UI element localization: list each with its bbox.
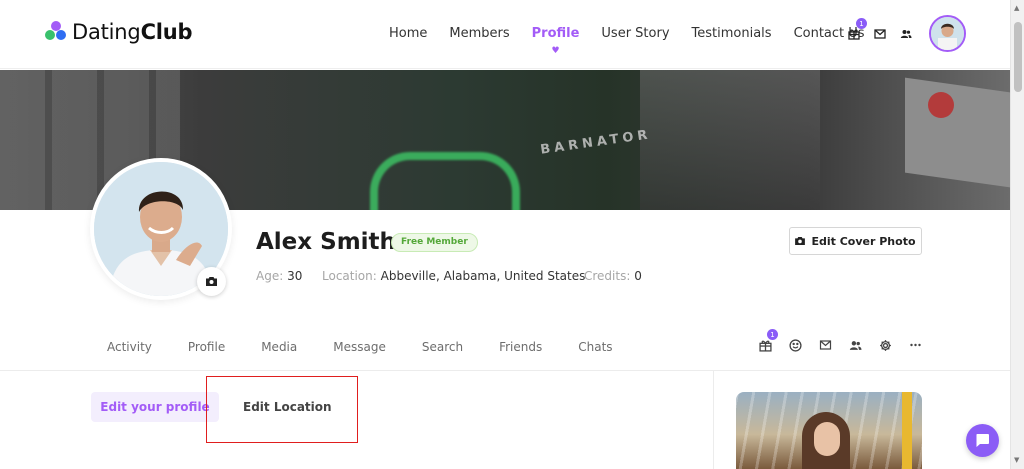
sidebar-divider — [713, 371, 714, 469]
profile-age: Age: 30 — [256, 269, 302, 283]
membership-badge: Free Member — [391, 233, 478, 252]
main-nav: Home Members Profile ♥ User Story Testim… — [389, 26, 887, 56]
scroll-down-icon[interactable]: ▼ — [1014, 456, 1019, 464]
brand-name-light: Dating — [72, 20, 141, 44]
nav-home[interactable]: Home — [389, 26, 427, 41]
profile-location: Location: Abbeville, Alabama, United Sta… — [322, 269, 585, 283]
tab-activity[interactable]: Activity — [107, 340, 152, 354]
friends-icon[interactable] — [847, 337, 863, 353]
more-icon[interactable] — [907, 337, 923, 353]
credits-label: Credits: — [584, 269, 631, 283]
location-value: Abbeville, Alabama, United States — [380, 269, 586, 283]
gift-badge: 1 — [767, 329, 778, 340]
nav-profile[interactable]: Profile ♥ — [531, 26, 580, 56]
profile-tabs: Activity Profile Media Message Search Fr… — [107, 340, 649, 354]
header-icons: 1 — [846, 18, 924, 42]
cover-sign-text: BARNATOR — [539, 127, 653, 158]
gift-badge: 1 — [856, 18, 867, 29]
smile-icon[interactable] — [787, 337, 803, 353]
brand-name: DatingClub — [72, 20, 193, 44]
nav-user-story[interactable]: User Story — [601, 26, 669, 41]
profile-credits: Credits: 0 — [584, 269, 642, 283]
chat-bubble-icon — [976, 434, 989, 447]
tab-media[interactable]: Media — [261, 340, 297, 354]
tab-friends[interactable]: Friends — [499, 340, 542, 354]
friends-icon[interactable] — [898, 26, 914, 42]
profile-tab-icons: 1 — [757, 329, 937, 353]
brand-name-bold: Club — [140, 20, 193, 44]
camera-icon — [206, 277, 217, 286]
user-avatar[interactable] — [929, 15, 966, 52]
tab-profile[interactable]: Profile — [188, 340, 225, 354]
age-value: 30 — [287, 269, 303, 283]
edit-cover-label: Edit Cover Photo — [811, 234, 916, 248]
tabs-divider — [0, 370, 1010, 371]
heart-icon: ♥ — [551, 46, 560, 56]
scrollbar-thumb[interactable] — [1014, 22, 1022, 92]
highlight-box — [206, 376, 358, 443]
location-label: Location: — [322, 269, 377, 283]
gift-icon[interactable]: 1 — [846, 18, 867, 42]
mail-icon[interactable] — [817, 337, 833, 353]
tab-message[interactable]: Message — [333, 340, 386, 354]
profile-name: Alex Smith — [256, 229, 396, 255]
credits-value: 0 — [634, 269, 642, 283]
nav-profile-label: Profile — [531, 26, 580, 41]
settings-icon[interactable] — [877, 337, 893, 353]
nav-testimonials[interactable]: Testimonials — [692, 26, 772, 41]
brand-logo[interactable]: DatingClub — [45, 20, 193, 44]
member-photo-card[interactable] — [736, 392, 922, 469]
page-scrollbar[interactable]: ▲ ▼ — [1010, 0, 1024, 469]
edit-profile-button[interactable]: Edit your profile — [91, 392, 219, 422]
mail-icon[interactable] — [872, 26, 888, 42]
chat-button[interactable] — [966, 424, 999, 457]
scroll-up-icon[interactable]: ▲ — [1014, 4, 1019, 12]
nav-members[interactable]: Members — [449, 26, 509, 41]
gift-icon[interactable]: 1 — [757, 329, 778, 353]
tab-search[interactable]: Search — [422, 340, 463, 354]
age-label: Age: — [256, 269, 284, 283]
change-avatar-button[interactable] — [197, 267, 226, 296]
logo-mark-icon — [45, 21, 67, 43]
site-header: DatingClub Home Members Profile ♥ User S… — [0, 0, 1010, 69]
edit-cover-photo-button[interactable]: Edit Cover Photo — [789, 227, 922, 255]
camera-icon — [795, 237, 806, 245]
tab-chats[interactable]: Chats — [578, 340, 612, 354]
